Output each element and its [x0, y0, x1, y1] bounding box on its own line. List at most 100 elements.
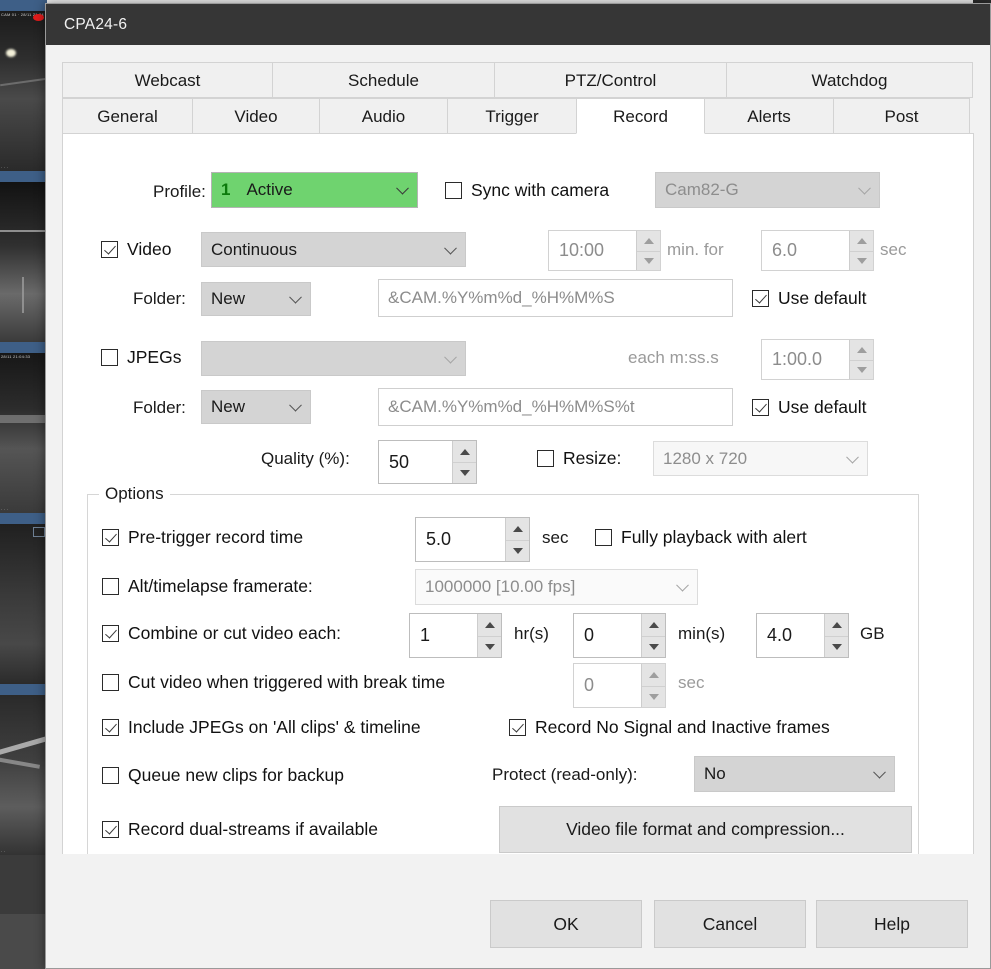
profile-number: 1 [221, 180, 231, 199]
spinner-down-icon[interactable] [453, 462, 476, 483]
spinner-buttons[interactable] [452, 441, 476, 483]
spinner-down-icon [850, 359, 873, 379]
video-folder-mode-select[interactable]: New [201, 282, 311, 316]
tab-schedule[interactable]: Schedule [272, 62, 495, 98]
combine-or-cut-video-checkbox[interactable]: Combine or cut video each: [102, 623, 341, 644]
spinner-down-icon[interactable] [825, 635, 848, 657]
protect-value: No [704, 764, 726, 783]
tab-ptz-control[interactable]: PTZ/Control [494, 62, 727, 98]
camera-thumbnail-timestamp: · · · [1, 507, 9, 512]
include-jpegs-checkbox[interactable]: Include JPEGs on 'All clips' & timeline [102, 717, 421, 738]
checkbox-box [101, 241, 118, 258]
video-label: Video [127, 239, 172, 259]
video-use-default-checkbox[interactable]: Use default [752, 288, 867, 309]
video-use-default-label: Use default [778, 288, 867, 308]
record-no-signal-checkbox[interactable]: Record No Signal and Inactive frames [509, 717, 830, 738]
spinner-buttons[interactable] [641, 614, 665, 657]
tab-alerts[interactable]: Alerts [704, 98, 834, 134]
tab-general[interactable]: General [62, 98, 193, 134]
sync-with-camera-checkbox[interactable]: Sync with camera [445, 180, 609, 201]
options-group: Options Pre-trigger record time 5.0 sec … [87, 484, 919, 866]
fully-playback-with-alert-checkbox[interactable]: Fully playback with alert [595, 527, 807, 548]
spinner-down-icon[interactable] [478, 635, 501, 657]
resize-checkbox[interactable]: Resize: [537, 448, 621, 469]
spinner-buttons [849, 231, 873, 270]
combine-or-cut-video-label: Combine or cut video each: [128, 623, 342, 643]
profile-select[interactable]: 1 Active [211, 172, 418, 208]
cancel-button[interactable]: Cancel [654, 900, 806, 948]
cut-video-on-trigger-label: Cut video when triggered with break time [128, 672, 446, 692]
spinner-up-icon[interactable] [642, 614, 665, 636]
jpegs-use-default-checkbox[interactable]: Use default [752, 397, 867, 418]
alt-timelapse-framerate-checkbox[interactable]: Alt/timelapse framerate: [102, 576, 313, 597]
combine-hours-unit-label: hr(s) [514, 624, 549, 643]
camera-thumbnail[interactable] [0, 513, 47, 684]
tab-record[interactable]: Record [576, 98, 705, 134]
chevron-down-icon [289, 398, 302, 412]
video-file-format-button[interactable]: Video file format and compression... [499, 806, 912, 853]
sync-with-camera-label: Sync with camera [471, 180, 610, 200]
camera-properties-dialog: CPA24-6 Webcast Schedule PTZ/Control Wat… [45, 3, 991, 969]
cut-video-on-trigger-checkbox[interactable]: Cut video when triggered with break time [102, 672, 445, 693]
jpegs-folder-path-input[interactable]: &CAM.%Y%m%d_%H%M%S%t [378, 388, 733, 426]
spinner-up-icon[interactable] [478, 614, 501, 636]
tab-audio[interactable]: Audio [319, 98, 448, 134]
spinner-buttons[interactable] [477, 614, 501, 657]
spinner-down-icon[interactable] [642, 635, 665, 657]
tab-post[interactable]: Post [833, 98, 970, 134]
camera-thumbnail[interactable] [0, 171, 47, 342]
checkbox-box [102, 674, 119, 691]
spinner-up-icon [850, 231, 873, 251]
camera-thumbnail-caption: 28/11 21:04:33 [1, 354, 31, 359]
protect-select[interactable]: No [694, 756, 895, 792]
tab-video[interactable]: Video [192, 98, 320, 134]
camera-thumbnail[interactable]: 28/11 21:04:33 · · · [0, 342, 47, 513]
spinner-buttons[interactable] [824, 614, 848, 657]
record-dual-streams-checkbox[interactable]: Record dual-streams if available [102, 819, 378, 840]
combine-hours-spinner[interactable]: 1 [409, 613, 502, 658]
tab-trigger[interactable]: Trigger [447, 98, 577, 134]
camera-thumbnail[interactable]: · · [0, 684, 47, 855]
profile-label: Profile: [153, 182, 206, 201]
checkbox-box [102, 719, 119, 736]
pre-trigger-spinner[interactable]: 5.0 [415, 517, 530, 562]
camera-thumbnail[interactable]: CAM 01 · 28/11 21:04 · · · [0, 0, 47, 171]
combine-size-spinner[interactable]: 4.0 [756, 613, 849, 658]
help-button[interactable]: Help [816, 900, 968, 948]
spinner-buttons[interactable] [505, 518, 529, 561]
dialog-title: CPA24-6 [64, 15, 128, 33]
tab-control: Webcast Schedule PTZ/Control Watchdog Ge… [62, 62, 974, 891]
chevron-down-icon [873, 765, 886, 779]
video-mode-select[interactable]: Continuous [201, 232, 466, 267]
queue-new-clips-checkbox[interactable]: Queue new clips for backup [102, 765, 344, 786]
ok-button[interactable]: OK [490, 900, 642, 948]
jpegs-folder-mode-select[interactable]: New [201, 390, 311, 424]
chevron-down-icon [444, 350, 457, 364]
jpegs-checkbox[interactable]: JPEGs [101, 347, 181, 368]
alt-timelapse-framerate-label: Alt/timelapse framerate: [128, 576, 313, 596]
camera-thumbnail-strip: CAM 01 · 28/11 21:04 · · · 28/11 21:04:3… [0, 0, 47, 969]
pre-trigger-record-time-checkbox[interactable]: Pre-trigger record time [102, 527, 303, 548]
checkbox-box [102, 767, 119, 784]
tab-watchdog[interactable]: Watchdog [726, 62, 973, 98]
jpegs-folder-label: Folder: [133, 398, 186, 417]
spinner-up-icon[interactable] [453, 441, 476, 462]
video-folder-label: Folder: [133, 289, 186, 308]
spinner-up-icon[interactable] [506, 518, 529, 540]
video-checkbox[interactable]: Video [101, 239, 171, 260]
tab-webcast[interactable]: Webcast [62, 62, 273, 98]
jpegs-folder-path-value: &CAM.%Y%m%d_%H%M%S%t [388, 397, 635, 416]
dialog-titlebar[interactable]: CPA24-6 [46, 4, 990, 45]
spinner-up-icon[interactable] [825, 614, 848, 636]
taskbar [0, 914, 47, 969]
video-folder-path-input[interactable]: &CAM.%Y%m%d_%H%M%S [378, 279, 733, 317]
quality-spinner[interactable]: 50 [378, 440, 477, 484]
spinner-down-icon[interactable] [506, 539, 529, 561]
combine-minutes-spinner[interactable]: 0 [573, 613, 666, 658]
cut-break-time-value: 0 [584, 675, 595, 695]
options-group-title: Options [99, 484, 170, 504]
protect-label: Protect (read-only): [492, 765, 638, 784]
checkbox-box [102, 578, 119, 595]
queue-new-clips-label: Queue new clips for backup [128, 765, 344, 785]
pre-trigger-record-time-label: Pre-trigger record time [128, 527, 304, 547]
